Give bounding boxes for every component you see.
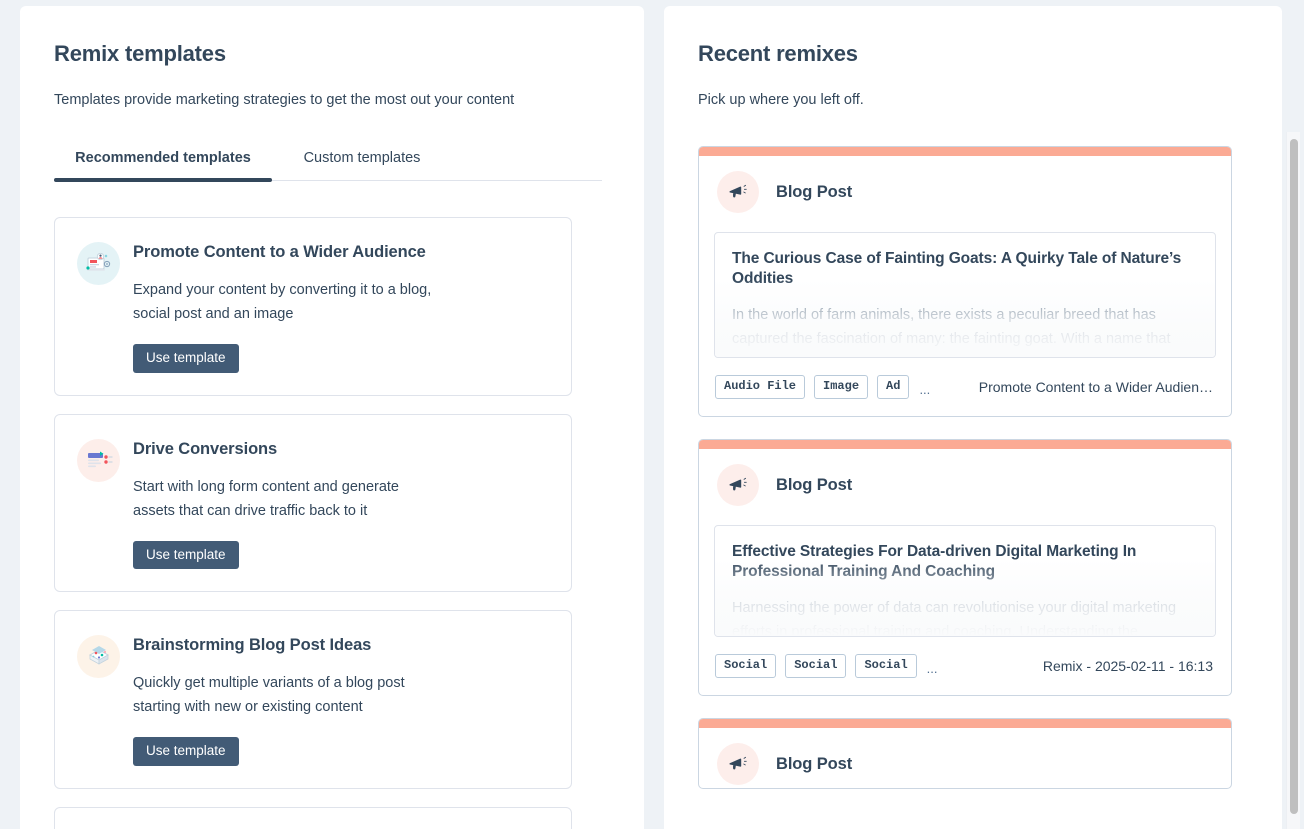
remix-type-label: Blog Post <box>776 754 853 773</box>
remix-accent-bar <box>699 719 1231 729</box>
templates-subtitle: Templates provide marketing strategies t… <box>54 92 515 108</box>
remix-header: Blog Post <box>699 156 1231 216</box>
remix-accent-bar <box>699 147 1231 156</box>
recent-remixes-panel: Recent remixes Pick up where you left of… <box>664 6 1282 829</box>
template-name: Drive Conversions <box>133 439 278 458</box>
template-name: Brainstorming Blog Post Ideas <box>133 636 372 654</box>
megaphone-icon <box>717 464 759 507</box>
laptop-audience-illustration-icon <box>77 242 120 285</box>
remixes-title: Recent remixes <box>698 41 858 66</box>
page-root: Remix templates Templates provide market… <box>0 0 1304 829</box>
use-template-button[interactable]: Use template <box>133 737 239 766</box>
use-template-button[interactable]: Use template <box>133 344 239 373</box>
page-title: Remix templates <box>54 41 226 66</box>
scrollbar-thumb[interactable] <box>1290 139 1298 814</box>
template-card[interactable]: Promote Content to a Wider Audience Expa… <box>54 217 572 396</box>
remixes-subtitle: Pick up where you left off. <box>698 92 864 108</box>
remix-accent-bar <box>699 440 1231 450</box>
remix-header: Blog Post <box>699 728 1231 788</box>
remix-tag[interactable]: Image <box>814 375 869 400</box>
remix-header: Blog Post <box>699 449 1231 509</box>
template-description: Start with long form content and generat… <box>133 478 399 519</box>
conversion-chart-illustration-icon <box>77 438 120 482</box>
remix-list: Blog Post The Curious Case of Fainting G… <box>698 146 1248 790</box>
remix-preview: Effective Strategies For Data-driven Dig… <box>714 525 1216 638</box>
remix-preview-title: Effective Strategies For Data-driven Dig… <box>732 543 1137 581</box>
remix-card[interactable]: Blog Post Effective Strategies For Data-… <box>698 439 1232 697</box>
remix-tag[interactable]: Social <box>855 654 917 679</box>
remix-preview-text: In the world of farm animals, there exis… <box>732 307 1171 357</box>
remix-tag[interactable]: Audio File <box>715 375 806 400</box>
remix-card[interactable]: Blog Post The Curious Case of Fainting G… <box>698 146 1232 418</box>
template-description: Expand your content by converting it to … <box>133 282 432 322</box>
vertical-scrollbar[interactable] <box>1286 132 1300 829</box>
tab-custom-templates[interactable]: Custom templates <box>272 150 452 180</box>
template-description: Quickly get multiple variants of a blog … <box>133 675 405 715</box>
remix-card[interactable]: Blog Post <box>698 718 1232 790</box>
remix-tag[interactable]: Social <box>715 654 777 679</box>
remix-templates-panel: Remix templates Templates provide market… <box>20 6 644 829</box>
tab-recommended-templates[interactable]: Recommended templates <box>54 150 272 182</box>
remix-meta: Promote Content to a Wider Audien… <box>978 379 1213 396</box>
remix-tag[interactable]: Social <box>785 654 847 679</box>
remix-preview: The Curious Case of Fainting Goats: A Qu… <box>714 232 1216 358</box>
megaphone-icon <box>717 743 759 786</box>
remix-tags-overflow[interactable]: ... <box>927 661 938 678</box>
template-card[interactable]: Brainstorming Blog Post Ideas Quickly ge… <box>54 610 572 789</box>
megaphone-icon <box>717 171 759 213</box>
remix-type-label: Blog Post <box>776 475 853 494</box>
remix-tag[interactable]: Ad <box>877 375 910 400</box>
template-name: Promote Content to a Wider Audience <box>133 243 426 261</box>
template-card[interactable]: Expand Your Content Footprint Use templa… <box>54 806 572 829</box>
template-card[interactable]: Drive Conversions Start with long form c… <box>54 413 572 592</box>
remix-preview-title: The Curious Case of Fainting Goats: A Qu… <box>732 250 1182 287</box>
templates-tablist: Recommended templates Custom templates <box>54 150 602 182</box>
template-list: Promote Content to a Wider Audience Expa… <box>54 217 610 829</box>
remix-footer: Audio File Image Ad ... Promote Content … <box>699 358 1231 416</box>
remix-tags-overflow[interactable]: ... <box>919 382 930 399</box>
use-template-button[interactable]: Use template <box>133 540 239 569</box>
remix-meta: Remix - 2025-02-11 - 16:13 <box>1042 658 1213 675</box>
remix-footer: Social Social Social ... Remix - 2025-02… <box>699 637 1231 695</box>
brainstorm-ideas-illustration-icon <box>77 635 120 678</box>
remix-preview-text: Harnessing the power of data can revolut… <box>732 600 1177 638</box>
remix-type-label: Blog Post <box>776 182 853 201</box>
